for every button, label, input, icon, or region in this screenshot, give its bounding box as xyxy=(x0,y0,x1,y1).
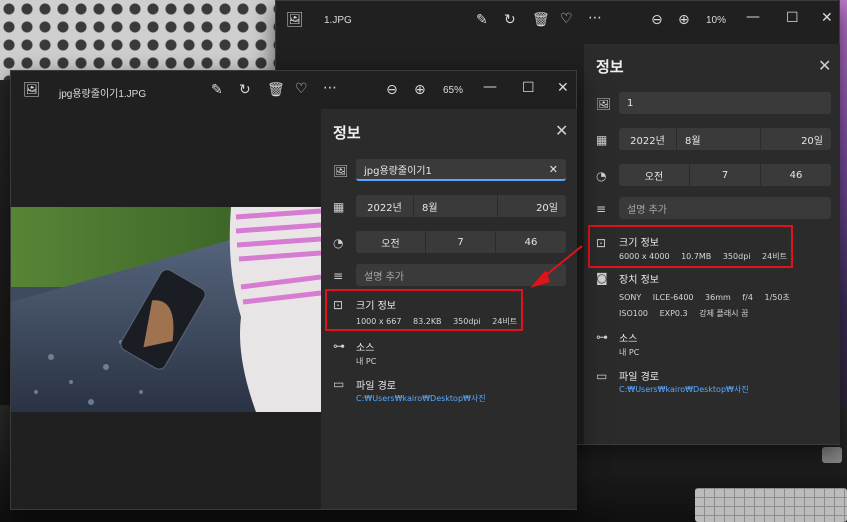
year-select[interactable]: 2022년 xyxy=(619,128,677,150)
day-select[interactable]: 20일 xyxy=(761,128,831,150)
photos-app-icon: 🖼 xyxy=(23,82,41,98)
calendar-icon: ▦ xyxy=(596,133,608,147)
minimize-icon[interactable]: — xyxy=(746,10,760,24)
folder-icon: ▭ xyxy=(596,369,608,383)
hour-select[interactable]: 7 xyxy=(690,164,761,186)
hour-select[interactable]: 7 xyxy=(426,231,496,253)
favorite-icon[interactable]: ♡ xyxy=(560,12,573,26)
month-select[interactable]: 8월 xyxy=(414,195,498,217)
photo-canvas[interactable] xyxy=(11,207,321,412)
minute-select[interactable]: 46 xyxy=(761,164,831,186)
zoom-in-icon[interactable]: ⊕ xyxy=(678,13,690,27)
close-panel-icon[interactable]: ✕ xyxy=(818,56,831,75)
clock-icon: ◔ xyxy=(333,236,344,250)
rotate-icon[interactable]: ↻ xyxy=(239,83,251,97)
close-window-icon[interactable]: ✕ xyxy=(821,11,833,25)
favorite-icon[interactable]: ♡ xyxy=(295,82,308,96)
delete-icon[interactable]: 🗑 xyxy=(532,13,550,27)
red-arrow-annotation xyxy=(530,245,583,288)
filename-field[interactable]: jpg용량줄이기1 ✕ xyxy=(356,159,566,181)
photos-app-icon: 🖼 xyxy=(286,12,304,28)
maximize-icon[interactable]: ☐ xyxy=(786,11,799,25)
window-title: 1.JPG xyxy=(324,15,352,26)
calendar-icon: ▦ xyxy=(333,200,345,214)
file-path-link[interactable]: C:₩Users₩kairo₩Desktop₩사진 xyxy=(619,384,749,395)
zoom-level: 65% xyxy=(443,85,464,96)
camera-info-line1: SONY ILCE-6400 36mm f/4 1/50초 xyxy=(619,293,790,302)
maximize-icon[interactable]: ☐ xyxy=(522,81,535,95)
source-label: 소스 xyxy=(619,334,638,345)
month-select[interactable]: 8월 xyxy=(677,128,761,150)
description-icon: ≡ xyxy=(333,269,344,283)
close-panel-icon[interactable]: ✕ xyxy=(555,121,568,140)
zoom-level: 10% xyxy=(706,15,727,26)
minimize-icon[interactable]: — xyxy=(483,80,497,94)
camera-info-line2: ISO100 EXP0.3 강제 플래시 꿈 xyxy=(619,309,749,318)
clear-text-icon[interactable]: ✕ xyxy=(549,163,558,176)
filename-field[interactable]: 1 xyxy=(619,92,831,114)
file-path-label: 파일 경로 xyxy=(356,381,396,392)
more-icon[interactable]: ⋯ xyxy=(588,11,602,25)
camera-info-label: 장치 정보 xyxy=(619,275,659,286)
titlebar: 🖼 jpg용량줄이기1.JPG ✎ ↻ 🗑 ♡ ⋯ ⊖ ⊕ 65% — ☐ ✕ xyxy=(11,71,576,109)
info-heading: 정보 xyxy=(596,58,624,76)
wallpaper-knob xyxy=(822,447,842,463)
zoom-out-icon[interactable]: ⊖ xyxy=(651,13,663,27)
file-path-link[interactable]: C:₩Users₩kairo₩Desktop₩사진 xyxy=(356,393,486,404)
info-heading: 정보 xyxy=(333,124,361,142)
zoom-out-icon[interactable]: ⊖ xyxy=(386,83,398,97)
date-picker[interactable]: 2022년 8월 20일 xyxy=(356,195,566,217)
source-value: 내 PC xyxy=(619,348,640,357)
camera-icon: ◙ xyxy=(596,271,608,285)
year-select[interactable]: 2022년 xyxy=(356,195,414,217)
folder-icon: ▭ xyxy=(333,377,345,391)
source-label: 소스 xyxy=(356,343,375,354)
file-path-label: 파일 경로 xyxy=(619,372,659,383)
delete-icon[interactable]: 🗑 xyxy=(267,83,285,97)
day-select[interactable]: 20일 xyxy=(498,195,566,217)
time-picker[interactable]: 오전 7 46 xyxy=(619,164,831,186)
ampm-select[interactable]: 오전 xyxy=(356,231,426,253)
edit-icon[interactable]: ✎ xyxy=(476,13,488,27)
image-icon: 🖼 xyxy=(333,164,349,178)
description-icon: ≡ xyxy=(596,202,607,216)
ampm-select[interactable]: 오전 xyxy=(619,164,690,186)
clock-icon: ◔ xyxy=(596,169,607,183)
photo-phone-on-table xyxy=(11,207,321,412)
titlebar: 🖼 1.JPG ✎ ↻ 🗑 ♡ ⋯ ⊖ ⊕ 10% — ☐ ✕ xyxy=(276,1,839,39)
date-picker[interactable]: 2022년 8월 20일 xyxy=(619,128,831,150)
highlight-size-info-back xyxy=(588,225,793,268)
window-title: jpg용량줄이기1.JPG xyxy=(59,89,147,100)
wallpaper-keyboard xyxy=(695,488,847,522)
zoom-in-icon[interactable]: ⊕ xyxy=(414,83,426,97)
close-window-icon[interactable]: ✕ xyxy=(557,81,569,95)
highlight-size-info-front xyxy=(325,289,523,331)
source-value: 내 PC xyxy=(356,357,377,366)
edit-icon[interactable]: ✎ xyxy=(211,83,223,97)
description-field[interactable]: 설명 추가 xyxy=(619,197,831,219)
link-icon: ⊶ xyxy=(333,339,345,353)
link-icon: ⊶ xyxy=(596,330,608,344)
more-icon[interactable]: ⋯ xyxy=(323,81,337,95)
wallpaper-mac-pro-grille xyxy=(0,0,275,80)
image-icon: 🖼 xyxy=(596,97,612,111)
rotate-icon[interactable]: ↻ xyxy=(504,13,516,27)
